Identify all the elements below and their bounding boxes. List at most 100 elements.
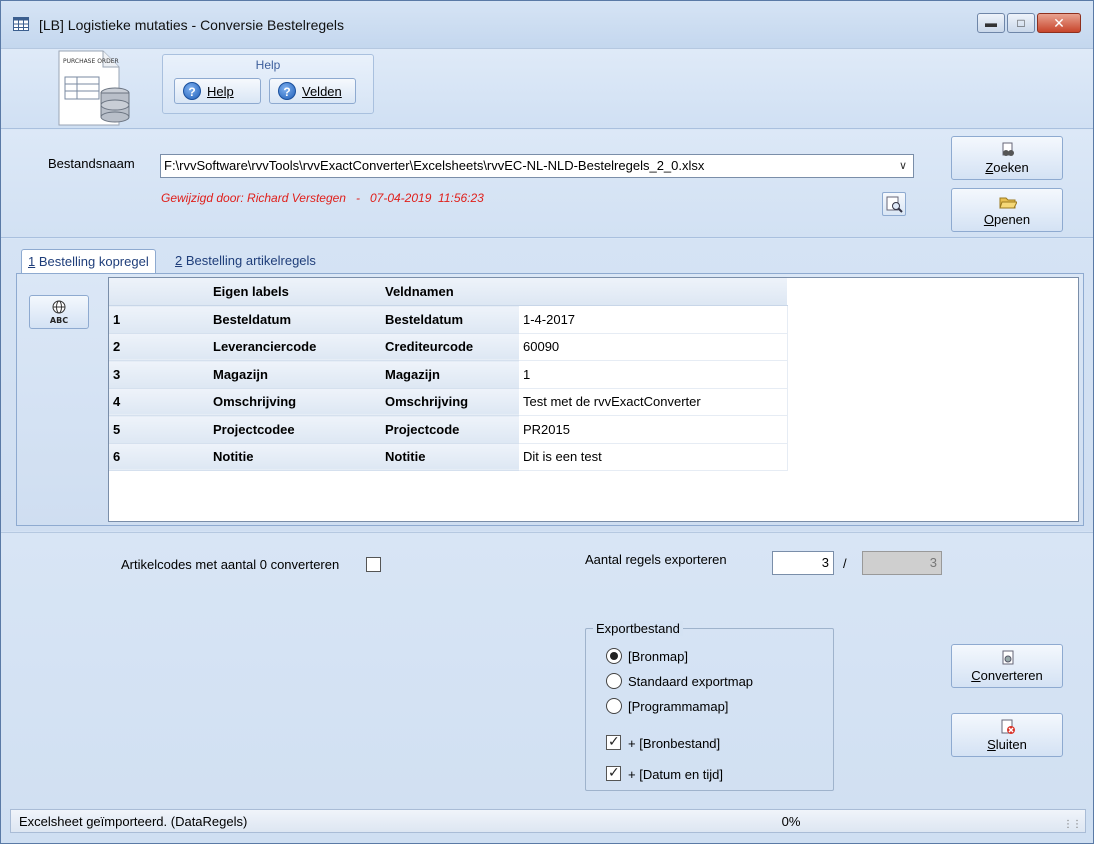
tab-bestelling-kopregel[interactable]: 1 Bestelling kopregel	[21, 249, 156, 273]
row-value: PR2015	[519, 415, 788, 444]
check-bronbestand-label[interactable]: + [Bronbestand]	[628, 736, 720, 751]
preview-magnifier-icon	[886, 196, 903, 213]
file-path-value: F:\rvvSoftware\rvvTools\rvvExactConverte…	[164, 158, 705, 173]
resize-grip-icon[interactable]: ⋮⋮	[1063, 819, 1082, 830]
search-binoculars-icon	[1002, 142, 1014, 156]
modified-info: Gewijzigd door: Richard Verstegen - 07-0…	[161, 191, 484, 205]
abc-text: ABC	[50, 316, 68, 325]
tab-bestelling-artikelregels[interactable]: 2 Bestelling artikelregels	[169, 249, 322, 273]
row-field: Crediteurcode	[381, 333, 519, 361]
row-number: 5	[109, 415, 209, 444]
abc-labels-button[interactable]: ABC	[29, 295, 89, 329]
status-message: Excelsheet geïmporteerd. (DataRegels)	[19, 814, 248, 829]
row-field: Magazijn	[381, 360, 519, 389]
row-number: 3	[109, 360, 209, 389]
label-table: Eigen labels Veldnamen 1 Besteldatum Bes…	[109, 278, 788, 471]
help-icon: ?	[183, 82, 201, 100]
artikelcodes-checkbox[interactable]	[366, 557, 381, 572]
radio-programmamap-label[interactable]: [Programmamap]	[628, 699, 728, 714]
radio-standaard-exportmap[interactable]	[606, 673, 622, 689]
row-label[interactable]: Notitie	[209, 443, 381, 471]
column-header-eigen-labels: Eigen labels	[209, 278, 381, 306]
status-bar: Excelsheet geïmporteerd. (DataRegels) 0%…	[10, 809, 1086, 833]
purchase-order-document-icon: PURCHASE ORDER	[58, 50, 130, 126]
table-row[interactable]: 3 Magazijn Magazijn 1	[109, 360, 788, 389]
row-label[interactable]: Omschrijving	[209, 388, 381, 416]
row-value: 60090	[519, 333, 788, 361]
progress-indicator: 0%	[511, 814, 1071, 829]
row-value: 1	[519, 360, 788, 389]
row-field: Besteldatum	[381, 305, 519, 334]
row-label[interactable]: Projectcodee	[209, 415, 381, 444]
table-row[interactable]: 6 Notitie Notitie Dit is een test	[109, 443, 788, 471]
column-header-value	[519, 278, 787, 306]
convert-gear-icon	[1002, 650, 1014, 665]
minimize-button[interactable]: ▬	[977, 13, 1005, 33]
sluiten-button[interactable]: Sluiten	[951, 713, 1063, 757]
window-controls: ▬ □ ✕	[977, 13, 1081, 33]
file-path-combobox[interactable]: F:\rvvSoftware\rvvTools\rvvExactConverte…	[160, 154, 914, 178]
progress-value: 0%	[781, 814, 801, 829]
aantal-regels-label: Aantal regels exporteren	[585, 552, 727, 567]
velden-button[interactable]: ? Velden	[269, 78, 356, 104]
zoeken-button-label: Zoeken	[985, 160, 1029, 175]
radio-bronmap-label[interactable]: [Bronmap]	[628, 649, 688, 664]
bestandsnaam-label: Bestandsnaam	[48, 156, 135, 171]
radio-programmamap[interactable]	[606, 698, 622, 714]
column-header-veldnamen: Veldnamen	[381, 278, 519, 306]
table-row[interactable]: 5 Projectcodee Projectcode PR2015	[109, 415, 788, 444]
file-section	[1, 130, 1093, 238]
chevron-down-icon[interactable]: ∨	[899, 155, 907, 177]
velden-button-label: Velden	[302, 83, 342, 99]
checkmark-icon: ✓	[608, 733, 620, 749]
row-field: Projectcode	[381, 415, 519, 444]
table-header-row: Eigen labels Veldnamen	[109, 278, 787, 306]
aantal-regels-input[interactable]: 3	[772, 551, 834, 575]
window-title: [LB] Logistieke mutaties - Conversie Bes…	[39, 17, 345, 33]
check-datum-tijd-label[interactable]: + [Datum en tijd]	[628, 767, 723, 782]
tab-1-key: 1	[28, 254, 36, 269]
maximize-button[interactable]: □	[1007, 13, 1035, 33]
row-number: 4	[109, 388, 209, 416]
row-label[interactable]: Magazijn	[209, 360, 381, 389]
zoeken-button[interactable]: Zoeken	[951, 136, 1063, 180]
folder-open-icon	[999, 197, 1017, 209]
aantal-separator: /	[843, 556, 847, 571]
globe-abc-icon: ABC	[50, 300, 68, 325]
table-row[interactable]: 2 Leveranciercode Crediteurcode 60090	[109, 333, 788, 361]
openen-button-label: Openen	[983, 212, 1031, 227]
tab-1-label: Bestelling kopregel	[38, 254, 149, 269]
openen-button[interactable]: Openen	[951, 188, 1063, 232]
doc-icon-text: PURCHASE ORDER	[63, 58, 119, 65]
converteren-button-label: Converteren	[971, 668, 1043, 683]
label-grid[interactable]: Eigen labels Veldnamen 1 Besteldatum Bes…	[108, 277, 1079, 522]
artikelcodes-label: Artikelcodes met aantal 0 converteren	[121, 557, 340, 572]
close-document-icon	[1001, 719, 1015, 734]
row-field: Omschrijving	[381, 388, 519, 416]
row-value: 1-4-2017	[519, 305, 788, 334]
close-button[interactable]: ✕	[1037, 13, 1081, 33]
table-row[interactable]: 1 Besteldatum Besteldatum 1-4-2017	[109, 305, 788, 334]
minimize-icon: ▬	[985, 16, 997, 30]
row-value: Dit is een test	[519, 443, 788, 471]
table-row[interactable]: 4 Omschrijving Omschrijving Test met de …	[109, 388, 788, 416]
radio-bronmap[interactable]	[606, 648, 622, 664]
row-number: 2	[109, 333, 209, 361]
checkmark-icon: ✓	[608, 764, 620, 780]
tab-2-label: Bestelling artikelregels	[185, 253, 316, 268]
row-label[interactable]: Besteldatum	[209, 305, 381, 334]
grid-app-icon	[13, 17, 29, 31]
help-button[interactable]: ? Help	[174, 78, 261, 104]
row-field: Notitie	[381, 443, 519, 471]
close-icon: ✕	[1053, 15, 1065, 31]
preview-button[interactable]	[882, 192, 906, 216]
radio-standaard-exportmap-label[interactable]: Standaard exportmap	[628, 674, 753, 689]
velden-help-icon: ?	[278, 82, 296, 100]
check-datum-tijd[interactable]: ✓	[606, 764, 621, 781]
row-label[interactable]: Leveranciercode	[209, 333, 381, 361]
aantal-total-field: 3	[862, 551, 942, 575]
row-number: 1	[109, 305, 209, 334]
check-bronbestand[interactable]: ✓	[606, 733, 621, 750]
converteren-button[interactable]: Converteren	[951, 644, 1063, 688]
exportbestand-legend: Exportbestand	[593, 621, 683, 636]
